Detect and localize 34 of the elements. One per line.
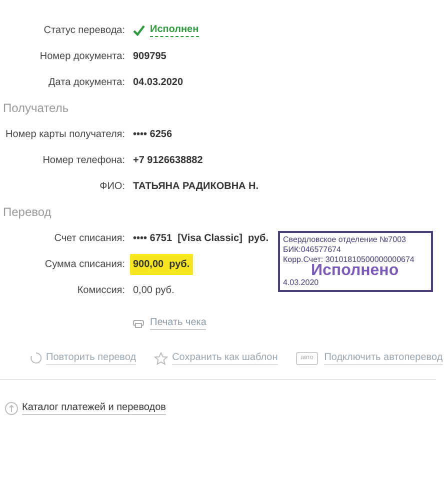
- action-link[interactable]: Сохранить как шаблон: [172, 352, 278, 364]
- star-icon: [154, 352, 168, 364]
- field-label: Номер телефона:: [42, 154, 125, 168]
- field-value: ТАТЬЯНА РАДИКОВНА Н.: [133, 180, 259, 194]
- checkmark-icon: [133, 24, 145, 36]
- field-value: •••• 6751 [Visa Classic] руб.: [133, 232, 268, 246]
- action-link[interactable]: Подключить автоперевод: [324, 352, 443, 364]
- field-label: Номер карты получателя:: [4, 128, 125, 142]
- field-label: Статус перевода:: [42, 24, 125, 38]
- catalog-link[interactable]: Каталог платежей и переводов: [22, 402, 166, 415]
- field-label: Дата документа:: [48, 76, 125, 90]
- stamp-text: Свердловское отделение №7003: [283, 235, 406, 245]
- field-label: Номер документа:: [38, 50, 125, 64]
- field-value: 04.03.2020: [133, 76, 184, 90]
- status-value[interactable]: Исполнен: [150, 24, 199, 36]
- field-value: •••• 6256: [133, 128, 172, 142]
- printer-icon: [133, 318, 144, 328]
- amount-value: 900,00 руб.: [130, 254, 193, 274]
- action-link[interactable]: Повторить перевод: [46, 352, 136, 364]
- field-label: Комиссия:: [76, 284, 125, 298]
- stamp-text: Корр.Счет: 30101810500000000674: [283, 255, 414, 264]
- field-label: Счет списания:: [53, 232, 125, 246]
- stamp-date: 4.03.2020: [283, 278, 319, 287]
- field-value: 909795: [133, 50, 166, 64]
- field-value: 0,00 руб.: [133, 284, 174, 298]
- field-label: Сумма списания:: [44, 258, 125, 272]
- print-link[interactable]: Печать чека: [150, 316, 206, 330]
- stamp-text: БИК:046577674: [283, 245, 341, 255]
- field-value: +7 9126638882: [133, 154, 203, 168]
- stamp-title: Исполнено: [311, 263, 399, 278]
- section-heading: Получатель: [2, 100, 70, 117]
- refresh-icon: [30, 352, 42, 364]
- field-label: ФИО:: [98, 180, 125, 194]
- section-heading: Перевод: [2, 204, 52, 221]
